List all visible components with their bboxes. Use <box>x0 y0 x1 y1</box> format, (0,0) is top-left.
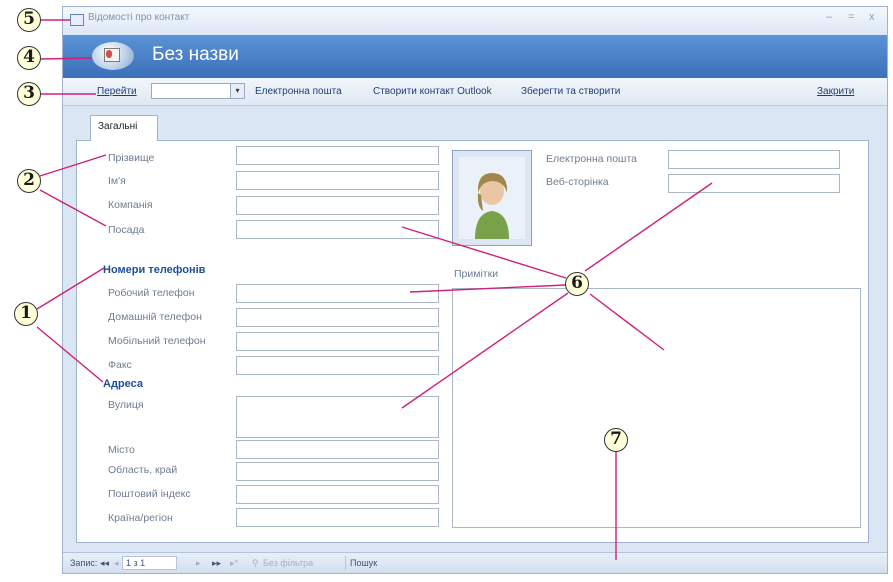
callout-7: 7 <box>604 428 628 452</box>
callout-6: 6 <box>565 272 589 296</box>
callout-line-4 <box>40 57 93 60</box>
callout-line-2a <box>39 154 107 177</box>
callout-3: 3 <box>17 82 41 106</box>
callout-4: 4 <box>17 46 41 70</box>
callout-lines <box>36 19 713 560</box>
callout-2: 2 <box>17 169 41 193</box>
callout-1: 1 <box>14 302 38 326</box>
callout-line-6d <box>584 182 713 272</box>
callout-line-6c <box>401 292 569 409</box>
callout-line-1a <box>36 267 105 310</box>
callout-line-2b <box>39 189 107 227</box>
callout-line-6b <box>409 284 567 293</box>
callout-line-1b <box>36 326 104 383</box>
callout-line-6e <box>589 293 665 351</box>
callout-line-6a <box>401 226 567 279</box>
callout-5: 5 <box>17 8 41 32</box>
